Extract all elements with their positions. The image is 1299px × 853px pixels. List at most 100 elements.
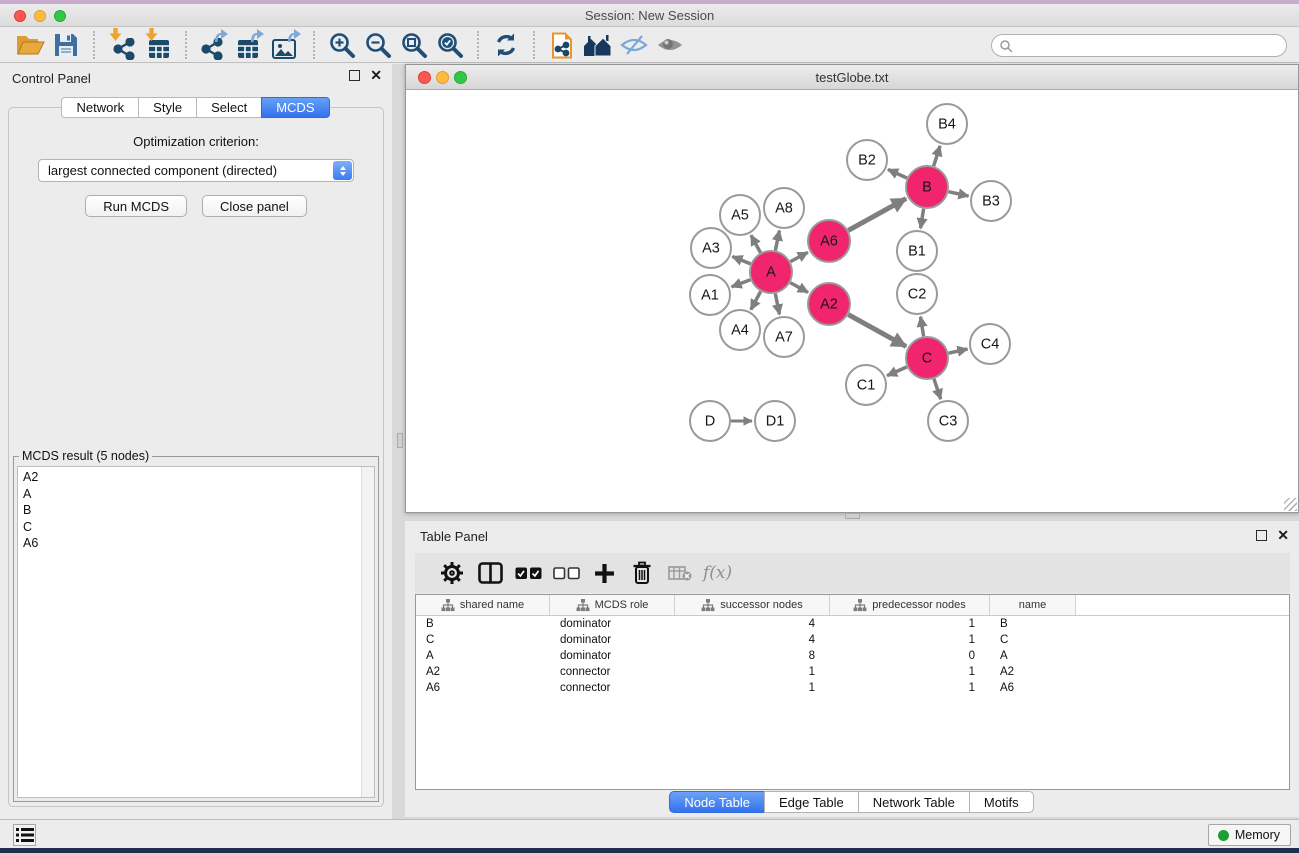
hide-selected-button[interactable] [616, 30, 652, 61]
float-panel-icon[interactable] [349, 70, 360, 81]
edge-A-A8[interactable] [775, 231, 779, 251]
edge-A-A5[interactable] [751, 235, 761, 252]
network-canvas[interactable]: B4B2BB3B1A5A8A6A3AA1A2C2A4A7CC4C1C3DD1 [406, 91, 1298, 512]
tab-mcds[interactable]: MCDS [261, 97, 329, 118]
network-minimize-button[interactable] [436, 71, 449, 84]
network-window-titlebar[interactable]: testGlobe.txt [406, 65, 1298, 90]
column-header-MCDS-role[interactable]: MCDS role [550, 595, 675, 615]
edge-B-B3[interactable] [948, 192, 968, 196]
edge-B-B2[interactable] [888, 169, 907, 178]
table-row[interactable]: A6connector11A6 [416, 680, 1289, 696]
cell-successor-nodes: 4 [675, 618, 830, 630]
node-label-A6: A6 [820, 234, 838, 250]
export-table-icon [235, 30, 265, 60]
zoom-in-button[interactable] [324, 30, 360, 61]
task-history-button[interactable] [13, 824, 36, 846]
minimize-window-button[interactable] [34, 10, 46, 22]
table-row[interactable]: A2connector11A2 [416, 664, 1289, 680]
edge-C-C1[interactable] [887, 367, 907, 376]
network-overview-button[interactable] [580, 30, 616, 61]
tab-network-table[interactable]: Network Table [858, 791, 970, 813]
cell-shared-name: C [416, 634, 550, 646]
deselect-all-columns-button[interactable] [547, 557, 585, 589]
cell-shared-name: A [416, 650, 550, 662]
edge-A-A7[interactable] [775, 294, 779, 315]
column-header-shared-name[interactable]: shared name [416, 595, 550, 615]
zoom-window-button[interactable] [54, 10, 66, 22]
apply-layout-button[interactable] [488, 30, 524, 61]
table-settings-button[interactable] [433, 557, 471, 589]
column-header-successor-nodes[interactable]: successor nodes [675, 595, 830, 615]
control-panel-tabs: NetworkStyleSelectMCDS [0, 97, 392, 118]
tab-style[interactable]: Style [138, 97, 197, 118]
toolbar-separator [533, 31, 535, 59]
close-panel-button[interactable]: Close panel [202, 195, 307, 217]
edge-A2-C[interactable] [848, 315, 906, 347]
close-panel-icon[interactable]: ✕ [370, 70, 382, 81]
float-table-panel-icon[interactable] [1256, 530, 1267, 541]
result-list-item[interactable]: B [23, 502, 358, 519]
window-resize-grip[interactable] [1284, 498, 1297, 511]
edge-A-A2[interactable] [790, 283, 808, 293]
zoom-selected-button[interactable] [432, 30, 468, 61]
cell-MCDS-role: dominator [550, 650, 675, 662]
table-row[interactable]: Adominator80A [416, 648, 1289, 664]
table-row[interactable]: Cdominator41C [416, 632, 1289, 648]
select-all-columns-button[interactable] [509, 557, 547, 589]
search-input[interactable] [991, 34, 1287, 57]
desktop-scrollbar-thumb-vertical[interactable] [397, 433, 403, 448]
tab-select[interactable]: Select [196, 97, 262, 118]
result-list-scrollbar[interactable] [361, 467, 374, 797]
column-header-name[interactable]: name [990, 595, 1076, 615]
export-network-button[interactable] [196, 30, 232, 61]
network-graph[interactable]: B4B2BB3B1A5A8A6A3AA1A2C2A4A7CC4C1C3DD1 [406, 91, 1298, 512]
tab-motifs[interactable]: Motifs [969, 791, 1034, 813]
edge-C-C2[interactable] [921, 317, 924, 337]
zoom-out-button[interactable] [360, 30, 396, 61]
tab-node-table[interactable]: Node Table [669, 791, 765, 813]
desktop-scrollbar-thumb-horizontal[interactable] [845, 513, 860, 519]
mcds-result-list[interactable]: A2ABCA6 [17, 466, 375, 798]
result-list-item[interactable]: A [23, 486, 358, 503]
edge-C-C3[interactable] [934, 379, 941, 399]
main-titlebar: Session: New Session [0, 4, 1299, 27]
save-session-button[interactable] [48, 30, 84, 61]
memory-button[interactable]: Memory [1208, 824, 1291, 846]
open-session-button[interactable] [12, 30, 48, 61]
close-window-button[interactable] [14, 10, 26, 22]
result-list-item[interactable]: A2 [23, 469, 358, 486]
table-row[interactable]: Bdominator41B [416, 616, 1289, 632]
import-table-button[interactable] [140, 30, 176, 61]
network-close-button[interactable] [418, 71, 431, 84]
zoom-fit-button[interactable] [396, 30, 432, 61]
show-columns-button[interactable] [471, 557, 509, 589]
export-table-button[interactable] [232, 30, 268, 61]
new-network-from-selection-button[interactable] [544, 30, 580, 61]
result-list-item[interactable]: A6 [23, 535, 358, 552]
node-label-C1: C1 [857, 378, 876, 394]
edge-A-A4[interactable] [751, 291, 761, 309]
edge-B-B4[interactable] [934, 146, 940, 166]
network-zoom-button[interactable] [454, 71, 467, 84]
column-header-predecessor-nodes[interactable]: predecessor nodes [830, 595, 990, 615]
edge-C-C4[interactable] [948, 349, 967, 353]
network-window-title: testGlobe.txt [816, 70, 889, 85]
edge-A6-B[interactable] [848, 199, 906, 231]
create-column-button[interactable] [585, 557, 623, 589]
edge-A-A3[interactable] [732, 257, 750, 264]
tab-network[interactable]: Network [61, 97, 139, 118]
node-table[interactable]: shared nameMCDS rolesuccessor nodesprede… [415, 594, 1290, 790]
edge-B-B1[interactable] [921, 209, 924, 229]
edge-A-A1[interactable] [732, 280, 751, 287]
result-list-item[interactable]: C [23, 519, 358, 536]
edge-A-A6[interactable] [790, 252, 807, 261]
delete-column-button[interactable] [623, 557, 661, 589]
close-table-panel-icon[interactable]: ✕ [1277, 530, 1289, 541]
import-network-button[interactable] [104, 30, 140, 61]
optimization-criterion-select[interactable]: largest connected component (directed) [38, 159, 354, 182]
show-all-button[interactable] [652, 30, 688, 61]
export-image-button[interactable] [268, 30, 304, 61]
mcds-result-title: MCDS result (5 nodes) [19, 449, 152, 463]
run-mcds-button[interactable]: Run MCDS [85, 195, 187, 217]
tab-edge-table[interactable]: Edge Table [764, 791, 859, 813]
